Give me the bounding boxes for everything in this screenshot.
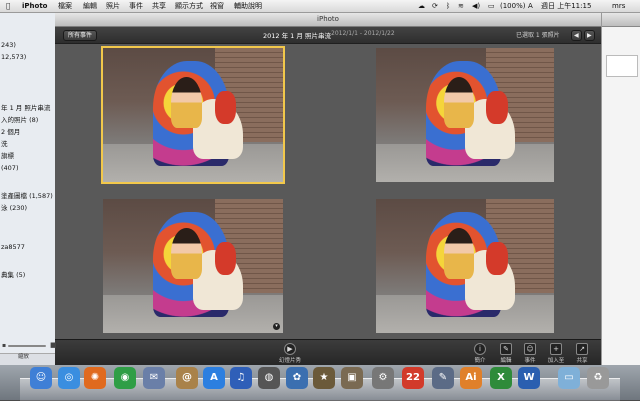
input-method-icon[interactable]: A [528,1,533,11]
volume-icon[interactable]: ◀) [472,1,480,11]
info-label: 簡介 [474,358,486,364]
arrow-right-icon: ▶ [587,32,592,39]
photo-thumbnail[interactable] [374,46,556,184]
status-bluetooth-icon[interactable]: ᛒ [446,1,450,11]
add-to-button[interactable]: + 加入至 [543,340,569,364]
previous-event-button[interactable]: ◀ [571,30,582,41]
share-icon: ↗ [576,343,588,355]
sidebar-item[interactable]: 塗產圖檔 (1,587) [1,192,53,201]
sidebar-item[interactable]: 243) [1,41,16,50]
sidebar-item[interactable]: (407) [1,164,18,173]
sidebar-item[interactable]: 旗標 [1,152,14,161]
itunes-icon[interactable]: ♫ [230,367,252,389]
event-toolbar: 所有事件 2012 年 1 月 照片串流 2012/1/1 - 2012/1/2… [55,27,601,44]
zoom-slider[interactable] [8,345,46,347]
menu-help[interactable]: 輔助說明 [234,1,262,11]
menu-bar:  iPhoto 檔案 編輯 照片 事件 共享 顯示方式 視窗 輔助說明 ☁ ⟳… [0,0,640,13]
imovie-icon[interactable]: ★ [313,367,335,389]
plus-icon: + [550,343,562,355]
photo-grid: ▾ [55,44,601,339]
address-book-icon[interactable]: @ [176,367,198,389]
battery-percent: (100%) [500,2,526,10]
slideshow-button[interactable]: ▶ 幻燈片秀 [275,340,305,364]
menu-view[interactable]: 顯示方式 [175,1,203,11]
menu-clock[interactable]: 週日 上午11:15 [541,1,591,11]
menu-share[interactable]: 共享 [152,1,166,11]
photo-thumbnail[interactable] [101,46,285,184]
sidebar-item[interactable]: 泳 (230) [1,204,27,213]
arrow-left-icon: ◀ [574,32,579,39]
event-button[interactable]: ☺ 事件 [519,340,541,364]
slideshow-label: 幻燈片秀 [278,358,301,364]
zoom-control: ▪ ■ 縮放 [2,341,57,365]
trash-icon[interactable]: ♻ [587,367,609,389]
next-event-button[interactable]: ▶ [584,30,595,41]
menu-app-name[interactable]: iPhoto [22,1,47,11]
event-date-range: 2012/1/1 - 2012/1/22 [331,30,395,37]
info-icon: i [474,343,486,355]
status-cloud-icon[interactable]: ☁ [418,1,425,11]
share-label: 共享 [576,358,588,364]
event-title: 2012 年 1 月 照片串流 [263,32,331,40]
excel-icon[interactable]: X [490,367,512,389]
sidebar-item[interactable]: 年 1 月 照片串流 [1,104,50,113]
window-title: iPhoto [317,15,339,23]
edit-button[interactable]: ✎ 編輯 [495,340,517,364]
add-to-label: 加入至 [547,358,565,364]
pencil-icon: ✎ [500,343,512,355]
battery-icon[interactable]: ▭ [488,1,495,11]
sidebar-item[interactable]: 入的照片 (8) [1,116,38,125]
play-icon: ▶ [284,343,296,355]
bottom-toolbar: ▶ 幻燈片秀 i 簡介 ✎ 編輯 ☺ 事件 + 加入至 ↗ 共享 [55,339,601,366]
sidebar-item[interactable]: 2 個月 [1,128,20,137]
firefox-icon[interactable]: ✺ [84,367,106,389]
menu-photos[interactable]: 照片 [106,1,120,11]
all-events-button[interactable]: 所有事件 [63,30,98,41]
chrome-icon[interactable]: ◉ [114,367,136,389]
large-thumbnail-icon[interactable]: ■ [50,341,57,349]
sidebar-item[interactable]: 洗 [1,140,8,149]
photo-thumbnail[interactable] [374,197,556,335]
zoom-label: 縮放 [18,354,30,360]
preview-icon[interactable]: ▣ [341,367,363,389]
finder-icon[interactable]: ☺ [30,367,52,389]
share-button[interactable]: ↗ 共享 [571,340,593,364]
window-titlebar[interactable]: iPhoto [55,13,601,27]
utility-icon[interactable]: ✎ [432,367,454,389]
camera-icon[interactable]: ◍ [258,367,280,389]
menu-edit[interactable]: 編輯 [83,1,97,11]
iphoto-icon[interactable]: ✿ [286,367,308,389]
sidebar-item[interactable]: 典集 (5) [1,271,25,280]
status-sync-icon[interactable]: ⟳ [432,1,438,11]
mail-icon[interactable]: ✉ [143,367,165,389]
photo-options-icon[interactable]: ▾ [273,323,280,330]
system-preferences-icon[interactable]: ⚙ [372,367,394,389]
illustrator-icon[interactable]: Ai [460,367,482,389]
info-button[interactable]: i 簡介 [469,340,491,364]
menu-window[interactable]: 視窗 [210,1,224,11]
word-icon[interactable]: W [518,367,540,389]
sidebar-item[interactable]: za8577 [1,243,25,252]
people-icon: ☺ [524,343,536,355]
menu-user[interactable]: mrs [612,1,625,11]
wifi-icon[interactable]: ≋ [458,1,464,11]
small-thumbnail-icon[interactable]: ▪ [2,342,6,349]
photo-thumbnail[interactable]: ▾ [101,197,285,335]
iphoto-window: iPhoto 所有事件 2012 年 1 月 照片串流 2012/1/1 - 2… [55,13,601,366]
menu-events[interactable]: 事件 [129,1,143,11]
edit-label: 編輯 [500,358,512,364]
calendar-icon[interactable]: 22 [402,367,424,389]
background-window[interactable] [601,13,640,365]
folder-icon[interactable]: ▭ [558,367,580,389]
sidebar-item[interactable]: 12,573) [1,53,26,62]
app-store-icon[interactable]: A [203,367,225,389]
safari-icon[interactable]: ◎ [58,367,80,389]
event-label: 事件 [524,358,536,364]
apple-icon[interactable]:  [6,1,10,11]
sidebar: 243) 12,573) 年 1 月 照片串流 入的照片 (8) 2 個月 洗 … [0,13,57,366]
selection-count: 已選取 1 張照片 [516,32,560,39]
menu-file[interactable]: 檔案 [58,1,72,11]
